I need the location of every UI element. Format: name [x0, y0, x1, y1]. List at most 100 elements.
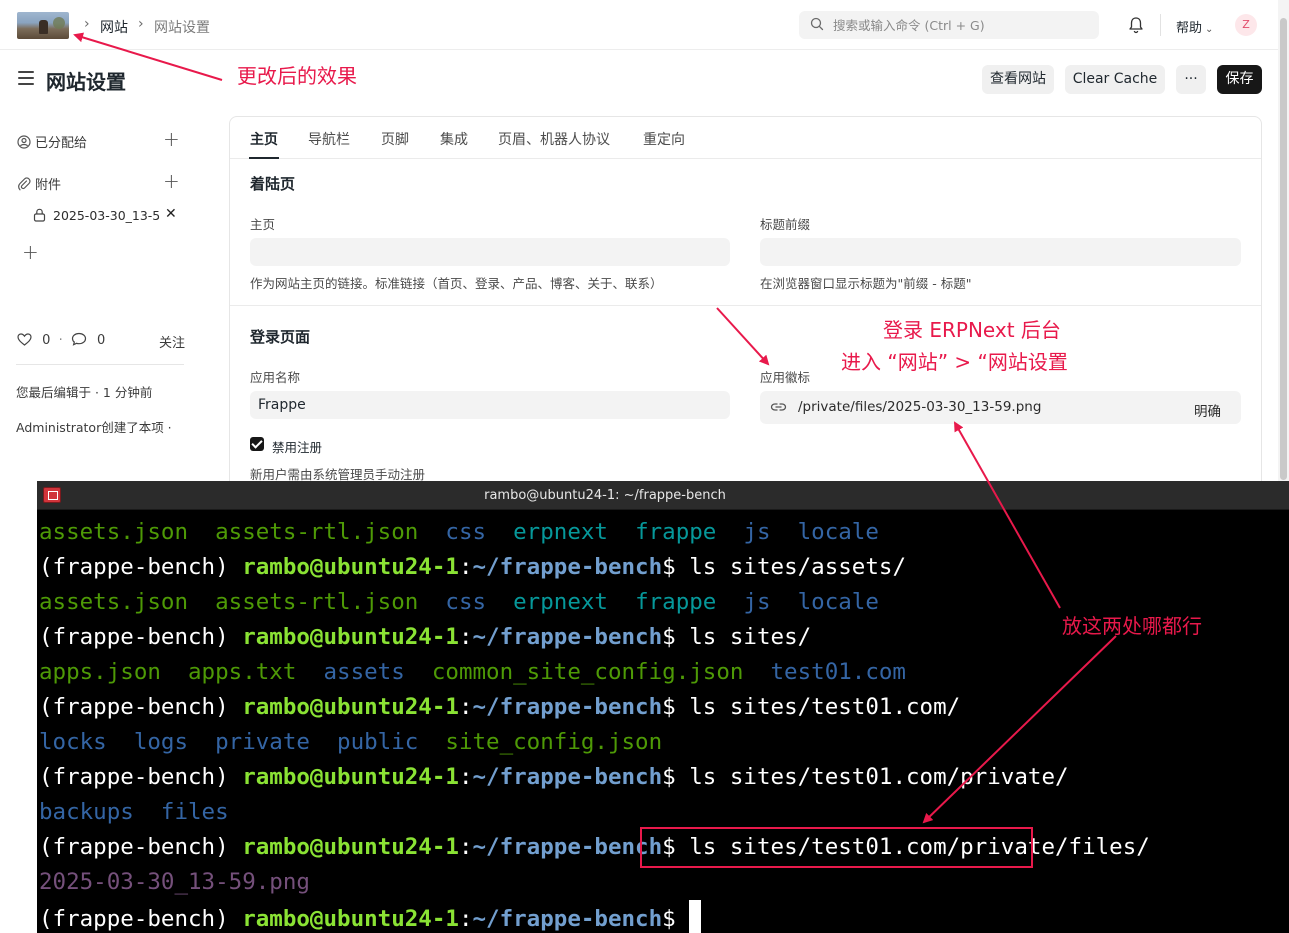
terminal-listing-entry: backups: [39, 799, 134, 825]
disable-signup-checkbox[interactable]: [250, 437, 264, 451]
terminal-listing-entry: frappe: [635, 589, 717, 615]
tab-footer[interactable]: 页脚: [381, 129, 409, 149]
help-label: 帮助: [1176, 21, 1203, 36]
sidebar-toggle-icon[interactable]: [18, 71, 34, 89]
help-dropdown[interactable]: 帮助 ⌄: [1176, 17, 1213, 36]
disable-signup-label: 禁用注册: [272, 440, 323, 455]
sidebar-divider: [16, 364, 184, 365]
attachments-label: 附件: [35, 178, 62, 193]
user-avatar[interactable]: Z: [1235, 14, 1257, 36]
likes-comments-row: 0 · 0: [17, 332, 105, 348]
search-input[interactable]: [833, 11, 1093, 39]
page-scrollbar-thumb[interactable]: [1280, 18, 1287, 480]
terminal-listing-entry: js: [743, 519, 771, 545]
chevron-down-icon: ⌄: [1205, 24, 1214, 35]
more-actions-button[interactable]: ···: [1176, 65, 1206, 94]
assigned-to-label: 已分配给: [35, 136, 88, 151]
terminal-listing-entry: assets-rtl.json: [215, 519, 419, 545]
add-assign-icon[interactable]: +: [163, 127, 180, 151]
likes-count: 0: [42, 333, 51, 348]
terminal-venv: (frappe-bench): [39, 554, 243, 580]
home-page-description: 作为网站主页的链接。标准链接（首页、登录、产品、博客、关于、联系）: [250, 276, 663, 291]
terminal-venv: (frappe-bench): [39, 906, 243, 932]
terminal-prompt-line: (frappe-bench) rambo@ubuntu24-1:~/frappe…: [39, 764, 1069, 790]
app-logo-path[interactable]: /private/files/2025-03-30_13-59.png: [798, 399, 1041, 415]
assigned-to-row[interactable]: 已分配给: [17, 132, 87, 151]
follow-button[interactable]: 关注: [159, 332, 185, 351]
terminal-prompt-line: (frappe-bench) rambo@ubuntu24-1:~/frappe…: [39, 900, 1287, 933]
terminal-cwd: ~/frappe-bench: [472, 906, 663, 932]
dot-separator: ·: [58, 333, 63, 348]
terminal-listing-entry: locale: [797, 519, 879, 545]
site-logo[interactable]: [17, 12, 69, 39]
title-prefix-input[interactable]: [760, 238, 1241, 266]
terminal-listing-entry: site_config.json: [445, 729, 663, 755]
terminal-venv: (frappe-bench): [39, 834, 243, 860]
terminal-command: ls sites/assets/: [689, 554, 906, 580]
terminal-listing-entry: assets-rtl.json: [215, 589, 419, 615]
terminal-cursor[interactable]: [689, 900, 702, 933]
terminal-listing-entry: erpnext: [513, 589, 608, 615]
terminal-listing-entry: css: [445, 589, 487, 615]
paperclip-icon: [18, 177, 31, 191]
login-page-section-title: 登录页面: [250, 328, 311, 346]
terminal-listing-line: apps.json apps.txt assets common_site_co…: [39, 655, 1287, 690]
app-logo-label: 应用徽标: [760, 370, 811, 385]
remove-attachment-icon[interactable]: ✕: [165, 206, 177, 222]
app-name-input[interactable]: [250, 391, 730, 419]
tab-redirects[interactable]: 重定向: [643, 129, 685, 149]
terminal-user-host: rambo@ubuntu24-1: [242, 906, 459, 932]
terminal-prompt-line: (frappe-bench) rambo@ubuntu24-1:~/frappe…: [39, 554, 906, 580]
terminal-cwd: ~/frappe-bench: [472, 764, 663, 790]
search-icon: [810, 17, 824, 31]
breadcrumb-website[interactable]: 网站: [100, 17, 128, 37]
tab-integrations[interactable]: 集成: [440, 129, 468, 149]
chevron-right-icon: ›: [84, 16, 90, 32]
comments-count: 0: [96, 333, 106, 348]
annotation-enter-site-settings: 进入 “网站” > “网站设置: [841, 350, 1068, 374]
save-button[interactable]: 保存: [1217, 65, 1262, 94]
terminal-listing-entry: erpnext: [513, 519, 608, 545]
terminal-titlebar[interactable]: rambo@ubuntu24-1: ~/frappe-bench: [37, 481, 1289, 510]
terminal-listing-line: 2025-03-30_13-59.png: [39, 865, 1287, 900]
landing-page-section-title: 着陆页: [250, 175, 296, 193]
awesome-bar[interactable]: [799, 11, 1099, 39]
tab-bar-border: [230, 158, 1261, 159]
last-edited-text: 您最后编辑于 · 1 分钟前: [16, 385, 153, 400]
attachment-item[interactable]: 2025-03-30_13-59.png ✕: [33, 206, 183, 225]
terminal-listing-entry: locale: [797, 589, 879, 615]
tab-home[interactable]: 主页: [250, 129, 278, 149]
add-attachment-icon[interactable]: +: [163, 169, 180, 193]
terminal-listing-line: backups files: [39, 795, 1287, 830]
form-card: [229, 116, 1262, 496]
nav-divider: [1160, 14, 1161, 36]
terminal-listing-entry: frappe: [635, 519, 717, 545]
view-website-button[interactable]: 查看网站: [982, 65, 1054, 94]
clear-cache-button[interactable]: Clear Cache: [1065, 65, 1165, 94]
clear-attachment-button[interactable]: 明确: [1194, 400, 1221, 420]
tab-navbar[interactable]: 导航栏: [308, 129, 350, 149]
highlight-box-files-path: [640, 827, 1033, 868]
bell-icon[interactable]: [1128, 16, 1144, 34]
heart-icon[interactable]: [17, 333, 32, 346]
add-tag-icon[interactable]: +: [22, 240, 39, 264]
app-logo-field[interactable]: /private/files/2025-03-30_13-59.png 明确: [760, 391, 1241, 424]
breadcrumb-website-settings[interactable]: 网站设置: [154, 17, 210, 37]
attachment-file-name[interactable]: 2025-03-30_13-59.png: [53, 208, 161, 223]
home-page-input[interactable]: [250, 238, 730, 266]
lock-icon: [33, 208, 46, 222]
terminal-command: ls sites/test01.com/: [689, 694, 961, 720]
terminal-output[interactable]: assets.json assets-rtl.json css erpnext …: [39, 515, 1287, 933]
terminal-cwd: ~/frappe-bench: [472, 834, 663, 860]
tab-header-robots[interactable]: 页眉、机器人协议: [498, 129, 610, 149]
terminal-user-host: rambo@ubuntu24-1: [242, 554, 459, 580]
terminal-listing-entry: files: [160, 799, 229, 825]
comment-icon[interactable]: [71, 332, 87, 346]
annotation-login-erpnext: 登录 ERPNext 后台: [883, 318, 1061, 342]
chevron-right-icon: ›: [138, 16, 144, 32]
created-by-text: Administrator创建了本项 ·: [16, 420, 172, 435]
terminal-listing-entry: locks: [39, 729, 107, 755]
title-prefix-label: 标题前缀: [760, 217, 811, 232]
annotation-after-change: 更改后的效果: [237, 64, 357, 88]
terminal-user-host: rambo@ubuntu24-1: [242, 764, 459, 790]
